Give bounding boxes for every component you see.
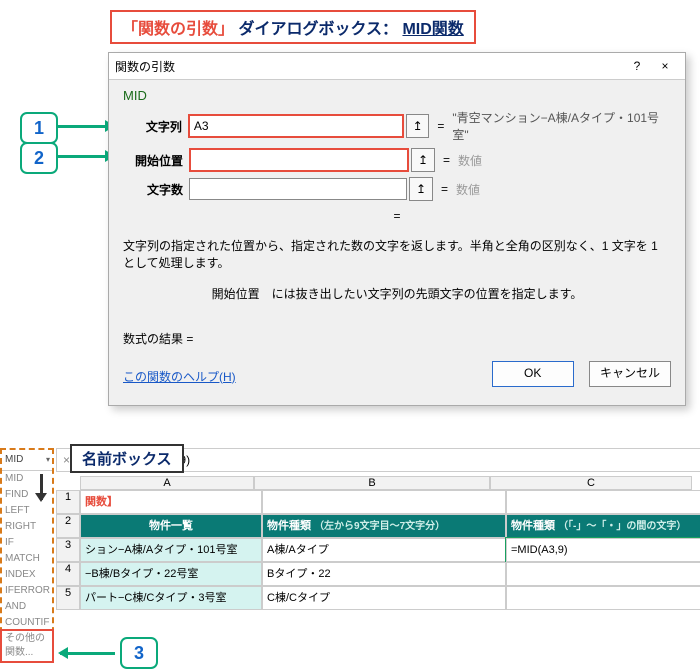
rowhdr-3[interactable]: 3 bbox=[56, 538, 80, 562]
arg-label-numchars: 文字数 bbox=[123, 181, 183, 198]
cell-c1[interactable] bbox=[506, 490, 700, 514]
arg-label-start: 開始位置 bbox=[123, 152, 183, 169]
ok-button[interactable]: OK bbox=[492, 361, 574, 387]
colhdr-a[interactable]: A bbox=[80, 476, 254, 490]
nb-item-countif[interactable]: COUNTIF bbox=[2, 615, 52, 631]
dialog-titlebar[interactable]: 関数の引数 ? × bbox=[109, 53, 685, 80]
cell-a1[interactable]: 関数】 bbox=[80, 490, 262, 514]
function-name: MID bbox=[123, 86, 671, 109]
arg-input-start[interactable] bbox=[189, 148, 409, 172]
arg-input-numchars[interactable] bbox=[189, 178, 407, 200]
namebox-selected: MID bbox=[5, 450, 23, 470]
formula-input[interactable] bbox=[122, 452, 700, 468]
help-button[interactable]: ? bbox=[623, 56, 651, 76]
cell-b5[interactable]: C棟/Cタイプ bbox=[262, 586, 506, 610]
ref-button-3[interactable]: ↥ bbox=[409, 177, 433, 201]
namebox-annotation: 名前ボックス bbox=[70, 444, 184, 473]
nb-item-index[interactable]: INDEX bbox=[2, 567, 52, 583]
arg-label-text: 文字列 bbox=[123, 118, 182, 135]
arrow-2 bbox=[58, 155, 113, 158]
step-1-badge: 1 bbox=[20, 112, 58, 144]
cell-b1[interactable] bbox=[262, 490, 506, 514]
hdr-b[interactable]: 物件種類 （左から9文字目～7文字分） bbox=[262, 514, 506, 538]
cell-b3[interactable]: A棟/Aタイプ bbox=[262, 538, 506, 562]
rowhdr-1[interactable]: 1 bbox=[56, 490, 80, 514]
cell-a5[interactable]: パート−C棟/Cタイプ・3号室 bbox=[80, 586, 262, 610]
cell-a3[interactable]: ション−A棟/Aタイプ・101号室 bbox=[80, 538, 262, 562]
arg-preview-2: 数値 bbox=[458, 152, 482, 169]
nb-item-left[interactable]: LEFT bbox=[2, 503, 52, 519]
namebox-pointer bbox=[40, 474, 43, 500]
cell-b4[interactable]: Bタイプ・22 bbox=[262, 562, 506, 586]
cell-a4[interactable]: −B棟/Bタイプ・22号室 bbox=[80, 562, 262, 586]
nb-item-and[interactable]: AND bbox=[2, 599, 52, 615]
step-2-badge: 2 bbox=[20, 142, 58, 174]
cell-c3[interactable]: =MID(A3,9) bbox=[506, 538, 700, 562]
formula-result: 数式の結果 = bbox=[123, 330, 671, 347]
title-mid: ダイアログボックス： bbox=[238, 21, 398, 38]
cell-c5[interactable] bbox=[506, 586, 700, 610]
colhdr-c[interactable]: C bbox=[490, 476, 692, 490]
annotation-title: 「関数の引数」 ダイアログボックス： MID関数 bbox=[110, 10, 476, 44]
rowhdr-4[interactable]: 4 bbox=[56, 562, 80, 586]
name-box-dropdown[interactable]: MID ▾ MID FIND LEFT RIGHT IF MATCH INDEX… bbox=[0, 448, 54, 663]
ref-button-2[interactable]: ↥ bbox=[411, 148, 435, 172]
ref-button-1[interactable]: ↥ bbox=[406, 114, 430, 138]
description-2: 開始位置 には抜き出したい文字列の先頭文字の位置を指定します。 bbox=[123, 285, 671, 302]
rowhdr-2[interactable]: 2 bbox=[56, 514, 80, 538]
hdr-c[interactable]: 物件種類 （「-」～「・」の間の文字） bbox=[506, 514, 700, 538]
nb-item-other-functions[interactable]: その他の関数... bbox=[2, 631, 52, 661]
cancel-button[interactable]: キャンセル bbox=[589, 361, 671, 387]
cell-c4[interactable] bbox=[506, 562, 700, 586]
chevron-down-icon[interactable]: ▾ bbox=[46, 450, 52, 470]
result-eq: = bbox=[123, 209, 671, 223]
arg-input-text[interactable] bbox=[188, 114, 404, 138]
rowhdr-5[interactable]: 5 bbox=[56, 586, 80, 610]
arg-preview-1: "青空マンション−A棟/Aタイプ・101号室" bbox=[452, 109, 671, 143]
arrow-1 bbox=[58, 125, 113, 128]
nb-item-mid[interactable]: MID bbox=[2, 471, 52, 487]
function-arguments-dialog: 関数の引数 ? × MID 文字列 ↥ = "青空マンション−A棟/Aタイプ・1… bbox=[108, 52, 686, 406]
hdr-a[interactable]: 物件一覧 bbox=[80, 514, 262, 538]
dialog-title: 関数の引数 bbox=[115, 58, 623, 75]
help-link[interactable]: この関数のヘルプ(H) bbox=[123, 368, 236, 385]
nb-item-match[interactable]: MATCH bbox=[2, 551, 52, 567]
nb-item-if[interactable]: IF bbox=[2, 535, 52, 551]
arg-preview-3: 数値 bbox=[456, 181, 480, 198]
colhdr-b[interactable]: B bbox=[254, 476, 490, 490]
nb-item-iferror[interactable]: IFERROR bbox=[2, 583, 52, 599]
nb-item-right[interactable]: RIGHT bbox=[2, 519, 52, 535]
close-button[interactable]: × bbox=[651, 56, 679, 76]
description-1: 文字列の指定された位置から、指定された数の文字を返します。半角と全角の区別なく、… bbox=[123, 237, 671, 271]
title-func: MID関数 bbox=[402, 21, 463, 38]
title-red: 「関数の引数」 bbox=[122, 21, 234, 38]
arrow-3 bbox=[60, 652, 115, 655]
step-3-badge: 3 bbox=[120, 637, 158, 669]
